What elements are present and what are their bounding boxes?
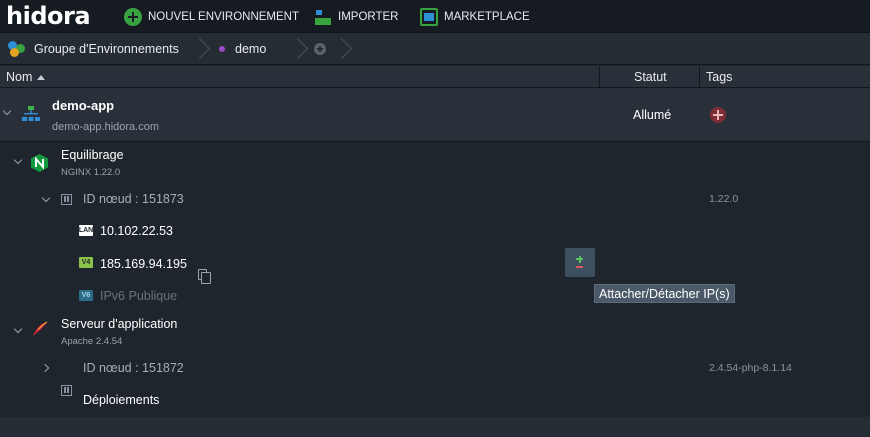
ipv6-icon: V6	[79, 290, 93, 301]
attach-detach-ip-tooltip: Attacher/Détacher IP(s)	[594, 284, 735, 303]
breadcrumb-env-label: demo	[235, 42, 267, 56]
column-divider	[599, 66, 600, 88]
public-ipv4-address[interactable]: 185.169.94.195	[100, 257, 187, 271]
attach-detach-ip-button[interactable]	[565, 248, 595, 277]
node-icon	[61, 385, 72, 396]
balancer-software: NGINX 1.22.0	[61, 167, 121, 178]
copy-icon[interactable]	[198, 269, 211, 284]
environment-name[interactable]: demo-app	[52, 98, 114, 113]
sort-ascending-icon	[37, 74, 46, 80]
node-icon	[61, 194, 72, 205]
column-divider	[699, 66, 700, 88]
app-server-title[interactable]: Serveur d'application	[61, 317, 177, 331]
ipv4-icon: V4	[79, 257, 93, 268]
plus-circle-icon	[124, 8, 142, 26]
environment-topology-icon	[22, 106, 40, 121]
marketplace-basket-icon	[420, 8, 438, 26]
balancer-version: 1.22.0	[709, 193, 739, 205]
app-server-software: Apache 2.4.54	[61, 336, 123, 347]
column-status-label: Statut	[634, 70, 667, 84]
plus-icon	[576, 255, 583, 263]
marketplace-button[interactable]: MARKETPLACE	[420, 8, 530, 26]
breadcrumb-group[interactable]: Groupe d'Environnements	[8, 33, 179, 65]
balancer-title[interactable]: Equilibrage	[61, 148, 124, 162]
import-label: IMPORTER	[338, 11, 399, 23]
import-icon	[314, 8, 332, 26]
breadcrumb-group-label: Groupe d'Environnements	[34, 42, 179, 56]
app-server-node-id[interactable]: ID nœud : 151872	[83, 361, 184, 375]
footer-bar	[0, 417, 870, 437]
new-environment-button[interactable]: NOUVEL ENVIRONNEMENT	[124, 8, 299, 26]
deployments-label[interactable]: Déploiements	[83, 393, 159, 407]
minus-icon	[576, 266, 583, 268]
table-header: Nom Statut Tags	[0, 66, 870, 88]
column-tags-label: Tags	[706, 70, 733, 84]
environment-domain[interactable]: demo-app.hidora.com	[52, 121, 159, 133]
breadcrumb-separator	[338, 37, 352, 61]
breadcrumb-env[interactable]: demo	[219, 33, 266, 65]
env-color-dot-icon	[219, 46, 225, 52]
app-server-version: 2.4.54-php-8.1.14	[709, 362, 792, 374]
environment-group-icon	[8, 41, 26, 57]
import-button[interactable]: IMPORTER	[314, 8, 399, 26]
column-name-label: Nom	[6, 70, 33, 84]
apache-feather-icon	[33, 321, 48, 336]
marketplace-label: MARKETPLACE	[444, 11, 530, 23]
column-name-header[interactable]: Nom	[6, 66, 46, 88]
breadcrumb-add-button[interactable]	[314, 33, 326, 65]
add-tag-icon[interactable]	[710, 107, 726, 123]
new-environment-label: NOUVEL ENVIRONNEMENT	[148, 11, 300, 23]
breadcrumb-separator	[294, 37, 308, 61]
top-toolbar: hidora NOUVEL ENVIRONNEMENT IMPORTER MAR…	[0, 0, 870, 33]
balancer-node-id[interactable]: ID nœud : 151873	[83, 192, 184, 206]
environment-row[interactable]: demo-app demo-app.hidora.com Allumé	[0, 88, 870, 142]
collapse-chevron-icon[interactable]	[2, 106, 12, 116]
breadcrumb: Groupe d'Environnements demo	[0, 33, 870, 65]
column-status-header[interactable]: Statut	[634, 66, 667, 88]
breadcrumb-separator	[196, 37, 210, 61]
nginx-icon	[31, 154, 48, 172]
column-tags-header[interactable]: Tags	[706, 66, 732, 88]
node-tree	[0, 142, 870, 417]
add-circle-icon	[314, 43, 326, 55]
lan-ip-address[interactable]: 10.102.22.53	[100, 224, 173, 238]
environment-status: Allumé	[633, 108, 672, 122]
lan-ip-icon: LAN	[78, 225, 94, 236]
hidora-logo[interactable]: hidora	[6, 3, 91, 29]
ipv6-public-label[interactable]: IPv6 Publique	[100, 289, 177, 303]
